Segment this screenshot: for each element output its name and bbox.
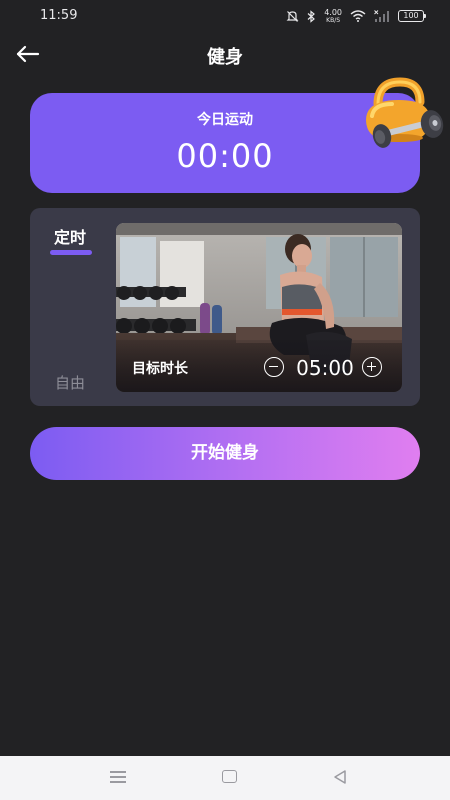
battery-indicator: 100 <box>398 10 426 22</box>
tab-timed[interactable]: 定时 <box>50 224 90 248</box>
target-duration-label: 目标时长 <box>132 361 188 377</box>
wifi-icon <box>350 10 366 22</box>
fitness-screen: 11:59 4.00 KB/S 100 健身 今日运动 00:00 定时 自由 … <box>0 0 450 800</box>
back-triangle-icon[interactable] <box>332 769 348 785</box>
status-bar: 11:59 4.00 KB/S 100 <box>0 0 450 32</box>
menu-icon[interactable] <box>110 771 126 783</box>
bluetooth-icon <box>307 9 316 23</box>
workout-photo: 目标时长 05:00 <box>116 223 402 392</box>
home-icon[interactable] <box>222 770 237 783</box>
tab-free[interactable]: 自由 <box>50 372 90 393</box>
status-icons: 4.00 KB/S 100 <box>286 7 426 24</box>
target-duration-value: 05:00 <box>296 356 354 380</box>
header: 健身 <box>0 34 450 74</box>
mode-panel: 定时 自由 目标时长 05:00 <box>30 208 420 406</box>
increase-duration-button[interactable] <box>362 357 382 377</box>
system-nav-bar <box>0 756 450 800</box>
page-title: 健身 <box>207 47 243 68</box>
tab-selected-indicator <box>50 250 92 255</box>
signal-icon <box>374 10 389 22</box>
mute-icon <box>286 10 299 22</box>
net-speed: 4.00 KB/S <box>324 7 342 24</box>
kettlebell-dumbbell-icon <box>366 77 444 148</box>
status-time: 11:59 <box>40 8 78 23</box>
start-workout-button[interactable]: 开始健身 <box>30 427 420 480</box>
decrease-duration-button[interactable] <box>264 357 284 377</box>
